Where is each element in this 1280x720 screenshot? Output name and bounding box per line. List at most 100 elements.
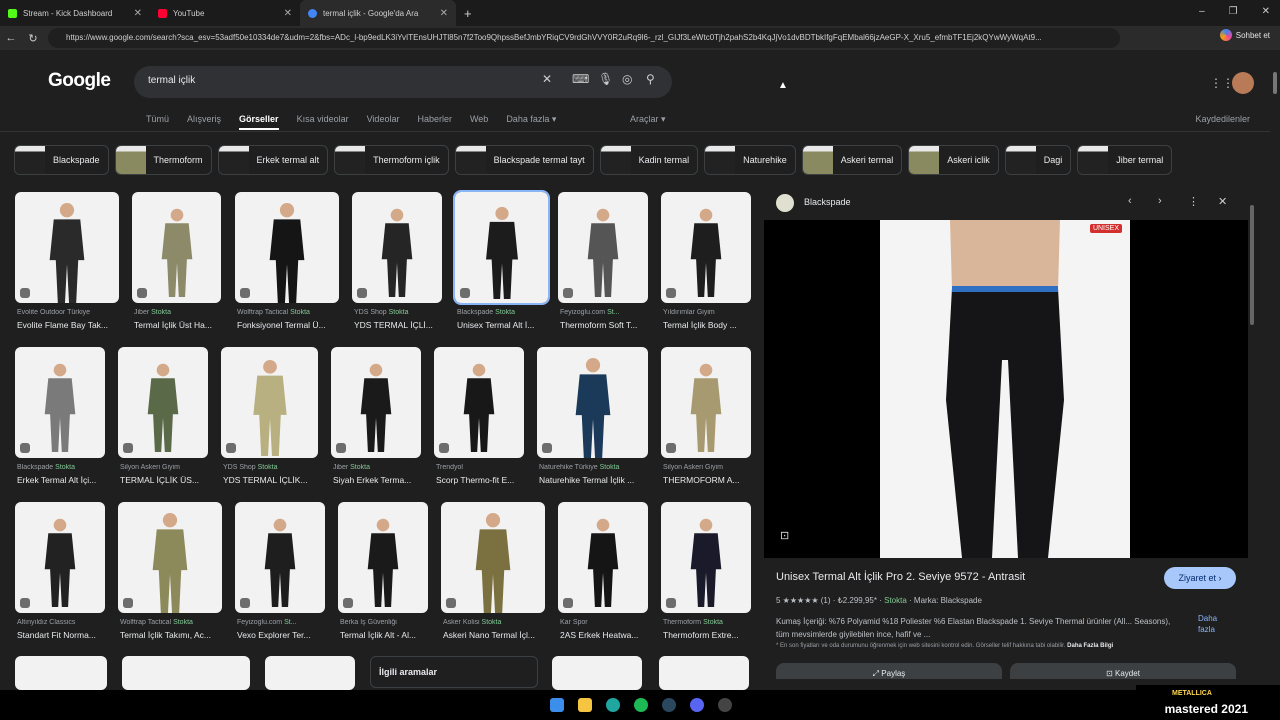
result-title[interactable]: Termal İçlik Body ...	[663, 320, 753, 330]
result-image[interactable]	[558, 502, 648, 613]
filter-chip[interactable]: Askeri termal	[801, 145, 903, 175]
visual-search-icon[interactable]: ⊡	[780, 529, 789, 542]
image-result-card[interactable]: Blackspade Stokta Unisex Termal Alt İ...	[453, 190, 550, 333]
image-result-card[interactable]: YDS Shop Stokta YDS TERMAL İÇLİK...	[221, 347, 318, 488]
previous-icon[interactable]: ‹	[1128, 195, 1132, 207]
result-image[interactable]	[15, 656, 107, 690]
filter-chip[interactable]: Dagi	[1004, 145, 1072, 175]
result-title[interactable]: Termal İçlik Takımı, Ac...	[120, 630, 224, 640]
image-result-card[interactable]: Wolftrap Tactical Stokta Fonksiyonel Term…	[235, 192, 339, 333]
result-title[interactable]: Fonksiyonel Termal Ü...	[237, 320, 341, 330]
keyboard-icon[interactable]: ⌨	[572, 72, 589, 86]
result-image[interactable]	[221, 347, 318, 458]
image-result-card[interactable]: Evolite Outdoor Türkiye Evolite Flame Ba…	[15, 192, 119, 333]
result-title[interactable]: Termal İçlik Alt - Al...	[340, 630, 430, 640]
result-image[interactable]	[132, 192, 221, 303]
result-title[interactable]: Evolite Flame Bay Tak...	[17, 320, 121, 330]
share-button[interactable]: ⤢ Paylaş	[776, 663, 1002, 679]
result-image[interactable]	[118, 347, 208, 458]
result-image[interactable]	[441, 502, 545, 613]
result-image[interactable]	[434, 347, 524, 458]
tab-images[interactable]: Görseller	[239, 114, 279, 130]
clear-icon[interactable]: ✕	[542, 72, 552, 86]
result-image[interactable]	[235, 502, 325, 613]
filter-chip[interactable]: Blackspade termal tayt	[454, 145, 594, 175]
image-result-card[interactable]: Naturehike Türkiye Stokta Naturehike Term…	[537, 347, 648, 488]
close-tab-icon[interactable]: ✕	[134, 8, 142, 19]
filter-chip[interactable]: Thermoform	[114, 145, 212, 175]
result-title[interactable]: THERMOFORM A...	[663, 475, 753, 485]
panel-scrollbar[interactable]	[1250, 205, 1254, 325]
tab-more[interactable]: Daha fazla ▾	[506, 114, 556, 130]
windows-start-icon[interactable]	[550, 698, 564, 712]
minimize-icon[interactable]: –	[1199, 6, 1205, 17]
result-title[interactable]: 2AS Erkek Heatwa...	[560, 630, 650, 640]
result-title[interactable]: YDS TERMAL İÇLİ...	[354, 320, 444, 330]
search-input[interactable]: termal içlik	[148, 75, 195, 86]
result-image[interactable]	[338, 502, 428, 613]
image-result-card[interactable]: Silyon Askeri Giyim THERMOFORM A...	[661, 347, 751, 488]
result-title[interactable]: Thermoform Extre...	[663, 630, 753, 640]
result-image[interactable]	[453, 190, 550, 305]
tab-kick[interactable]: Stream - Kick Dashboard ✕	[0, 0, 150, 26]
close-tab-icon[interactable]: ✕	[440, 8, 448, 19]
result-image[interactable]	[122, 656, 250, 690]
edge-icon[interactable]	[606, 698, 620, 712]
file-explorer-icon[interactable]	[578, 698, 592, 712]
tab-google-search[interactable]: termal içlik - Google'da Ara ✕	[300, 0, 456, 26]
image-result-card[interactable]: Jiber Stokta Siyah Erkek Terma...	[331, 347, 421, 488]
more-options-icon[interactable]: ⋮	[1188, 195, 1199, 208]
image-result-card[interactable]: Altınyıldız Classics Standart Fit Norma.…	[15, 502, 105, 643]
image-result-card[interactable]: Thermoform Stokta Thermoform Extre...	[661, 502, 751, 643]
result-image[interactable]	[118, 502, 222, 613]
result-image[interactable]	[235, 192, 339, 303]
image-result-card[interactable]: Feyizoglu.com St... Vexo Explorer Ter...	[235, 502, 325, 643]
result-image[interactable]	[352, 192, 442, 303]
result-title[interactable]: Siyah Erkek Terma...	[333, 475, 423, 485]
save-button[interactable]: ⊡ Kaydet	[1010, 663, 1236, 679]
search-icon[interactable]: ⚲	[646, 72, 655, 86]
result-image[interactable]	[661, 347, 751, 458]
saved-link[interactable]: Kaydedilenler	[1195, 114, 1250, 124]
result-title[interactable]: Scorp Thermo-fit E...	[436, 475, 526, 485]
copilot-chat-button[interactable]: Sohbet et	[1219, 29, 1270, 41]
filter-chip[interactable]: Askeri iclik	[908, 145, 999, 175]
more-info-link[interactable]: Daha Fazla Bilgi	[1067, 643, 1113, 649]
new-tab-button[interactable]: +	[456, 0, 480, 26]
filter-chip[interactable]: Naturehike	[704, 145, 796, 175]
image-result-card[interactable]: Feyizoglu.com St... Thermoform Soft T...	[558, 192, 648, 333]
result-image[interactable]	[659, 656, 749, 690]
image-result-card[interactable]: Jiber Stokta Termal İçlik Üst Ha...	[132, 192, 221, 333]
image-result-card[interactable]: Wolftrap Tactical Stokta Termal İçlik Tak…	[118, 502, 222, 643]
tab-youtube[interactable]: YouTube ✕	[150, 0, 300, 26]
tab-all[interactable]: Tümü	[146, 114, 169, 130]
next-icon[interactable]: ›	[1158, 195, 1162, 207]
result-title[interactable]: YDS TERMAL İÇLİK...	[223, 475, 320, 485]
tools-button[interactable]: Araçlar ▾	[630, 114, 666, 125]
filter-chip[interactable]: Jiber termal	[1077, 145, 1173, 175]
site-name[interactable]: Blackspade	[804, 197, 851, 207]
visit-button[interactable]: Ziyaret et ›	[1164, 567, 1236, 589]
result-image[interactable]	[661, 502, 751, 613]
image-result-card[interactable]: YDS Shop Stokta YDS TERMAL İÇLİ...	[352, 192, 442, 333]
spotify-icon[interactable]	[634, 698, 648, 712]
product-title[interactable]: Unisex Termal Alt İçlik Pro 2. Seviye 95…	[776, 571, 1025, 583]
result-title[interactable]: Erkek Termal Alt İçi...	[17, 475, 107, 485]
close-window-icon[interactable]: ✕	[1262, 6, 1270, 17]
image-result-card[interactable]: Yıldırımlar Giyim Termal İçlik Body ...	[661, 192, 751, 333]
result-title[interactable]: Standart Fit Norma...	[17, 630, 107, 640]
tab-videos[interactable]: Videolar	[367, 114, 400, 130]
filter-chip[interactable]: Blackspade	[14, 145, 109, 175]
image-result-card[interactable]: Berka İş Güvenliği Termal İçlik Alt - Al…	[338, 502, 428, 643]
result-image[interactable]	[15, 347, 105, 458]
close-tab-icon[interactable]: ✕	[284, 8, 292, 19]
related-searches[interactable]: İlgili aramalar	[370, 656, 538, 688]
maximize-icon[interactable]: ❐	[1229, 6, 1238, 17]
filter-chip[interactable]: Kadin termal	[599, 145, 699, 175]
result-title[interactable]: Askeri Nano Termal İçl...	[443, 630, 547, 640]
result-title[interactable]: Vexo Explorer Ter...	[237, 630, 327, 640]
result-image[interactable]	[265, 656, 355, 690]
more-link[interactable]: Daha fazla	[1198, 613, 1228, 635]
result-image[interactable]	[537, 347, 648, 458]
url-field[interactable]: https://www.google.com/search?sca_esv=53…	[48, 28, 1120, 48]
